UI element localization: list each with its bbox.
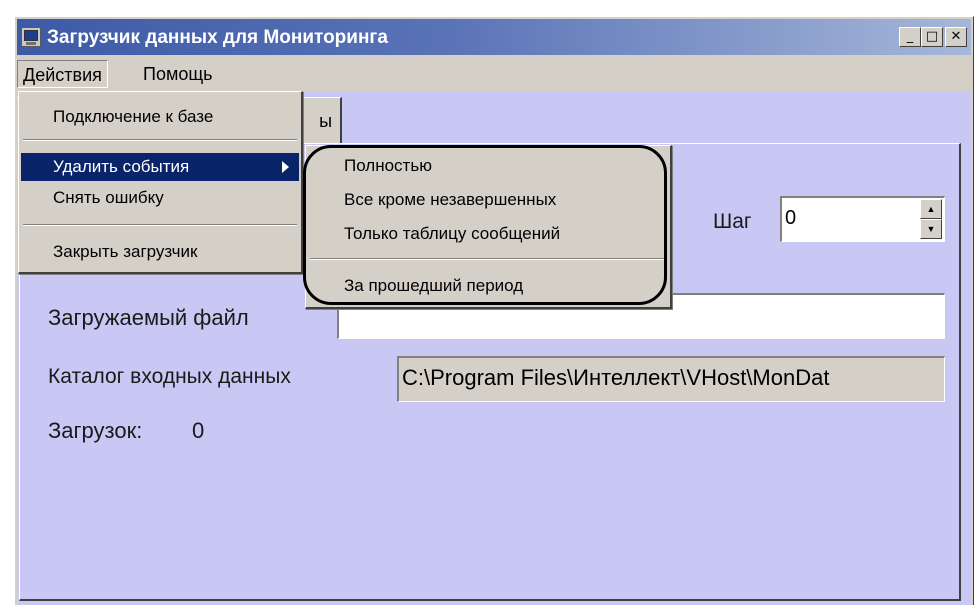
close-button[interactable]: ✕ [945,27,967,47]
menu-separator [23,224,297,226]
step-value: 0 [785,207,797,229]
menu-item-delete-events[interactable]: Удалить события [21,153,299,181]
delete-events-submenu: Полностью Все кроме незавершенных Только… [305,145,672,309]
menu-item-clear-error[interactable]: Снять ошибку [21,184,299,212]
menu-item-delete-events-label: Удалить события [53,157,190,176]
file-label: Загружаемый файл [48,305,249,330]
menu-bar: Действия Помощь [17,57,971,91]
submenu-item-except-unfinished[interactable]: Все кроме незавершенных [308,186,668,214]
submenu-item-messages-table[interactable]: Только таблицу сообщений [308,220,668,248]
catalog-field[interactable]: C:\Program Files\Интеллект\VHost\MonDat [397,356,945,402]
loads-count: 0 [192,418,205,443]
menu-separator [23,139,297,141]
step-label: Шаг [713,210,752,233]
menu-item-connect[interactable]: Подключение к базе [21,104,299,130]
submenu-item-past-period[interactable]: За прошедший период [308,272,668,300]
menu-help[interactable]: Помощь [138,60,218,88]
menu-item-close-loader[interactable]: Закрыть загрузчик [21,238,299,266]
title-bar[interactable]: Загрузчик данных для Мониторинга _ □ ✕ [17,19,971,55]
maximize-button[interactable]: □ [921,27,943,47]
submenu-separator [310,258,666,260]
submenu-arrow-icon [282,161,289,173]
submenu-item-full[interactable]: Полностью [308,152,668,180]
tab-label: ы [319,111,332,131]
loads-label: Загрузок: [48,418,143,443]
step-up-button[interactable]: ▲ [920,199,942,219]
minimize-button[interactable]: _ [899,27,921,47]
step-down-button[interactable]: ▼ [920,219,942,239]
actions-menu: Подключение к базе Удалить события Снять… [18,91,303,274]
catalog-label: Каталог входных данных [48,365,291,388]
catalog-value: C:\Program Files\Интеллект\VHost\MonDat [402,365,830,390]
menu-actions[interactable]: Действия [17,60,108,88]
window-title: Загрузчик данных для Мониторинга [47,27,388,48]
app-icon [21,27,41,47]
